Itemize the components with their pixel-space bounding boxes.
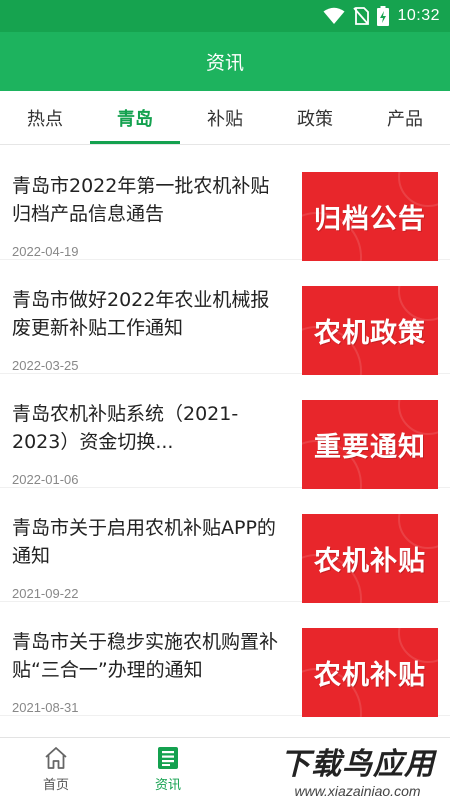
nav-home[interactable]: 首页 <box>0 738 112 800</box>
article-title: 青岛市做好2022年农业机械报废更新补贴工作通知 <box>12 289 270 339</box>
wifi-icon <box>323 7 345 24</box>
article-list: 青岛市2022年第一批农机补贴归档产品信息通告 2022-04-19 归档公告 … <box>0 146 450 717</box>
tab-policy[interactable]: 政策 <box>270 91 360 144</box>
nav-home-label: 首页 <box>42 777 69 793</box>
article-title: 青岛市2022年第一批农机补贴归档产品信息通告 <box>12 175 270 225</box>
battery-charging-icon <box>377 6 390 26</box>
news-icon <box>158 746 178 769</box>
tab-bar: 热点 青岛 补贴 政策 产品 <box>0 91 450 145</box>
list-item[interactable]: 青岛市2022年第一批农机补贴归档产品信息通告 2022-04-19 归档公告 <box>0 146 450 261</box>
nav-news[interactable]: 资讯 <box>112 738 224 800</box>
list-item[interactable]: 青岛市做好2022年农业机械报废更新补贴工作通知 2022-03-25 农机政策 <box>0 260 450 375</box>
tab-qingdao[interactable]: 青岛 <box>90 91 180 144</box>
article-thumbnail: 归档公告 <box>302 172 438 261</box>
home-icon <box>45 746 67 769</box>
article-title: 青岛市关于稳步实施农机购置补贴“三合一”办理的通知 <box>12 631 279 681</box>
app-bar: 资讯 <box>0 32 450 91</box>
article-thumbnail: 农机政策 <box>302 286 438 375</box>
thumbnail-text: 农机补贴 <box>314 546 426 577</box>
watermark-url: www.xiazainiao.com <box>294 783 421 799</box>
article-title: 青岛农机补贴系统（2021-2023）资金切换... <box>12 403 239 453</box>
watermark: 下载鸟应用 www.xiazainiao.com <box>265 738 450 800</box>
article-date: 2022-01-06 <box>12 472 79 487</box>
status-bar: 10:32 <box>0 0 450 32</box>
list-item[interactable]: 青岛市关于稳步实施农机购置补贴“三合一”办理的通知 2021-08-31 农机补… <box>0 602 450 717</box>
no-sim-icon <box>353 7 370 25</box>
article-date: 2021-09-22 <box>12 586 79 601</box>
article-thumbnail: 重要通知 <box>302 400 438 489</box>
page-title: 资讯 <box>205 52 244 74</box>
status-time: 10:32 <box>397 7 440 24</box>
thumbnail-text: 农机补贴 <box>314 660 426 691</box>
thumbnail-text: 农机政策 <box>314 318 426 349</box>
thumbnail-text: 重要通知 <box>314 432 426 463</box>
article-date: 2021-08-31 <box>12 700 79 715</box>
article-title: 青岛市关于启用农机补贴APP的通知 <box>12 517 276 567</box>
article-date: 2022-04-19 <box>12 244 79 259</box>
tab-products[interactable]: 产品 <box>360 91 450 144</box>
tab-hot[interactable]: 热点 <box>0 91 90 144</box>
list-item[interactable]: 青岛市关于启用农机补贴APP的通知 2021-09-22 农机补贴 <box>0 488 450 603</box>
tab-subsidy[interactable]: 补贴 <box>180 91 270 144</box>
article-date: 2022-03-25 <box>12 358 79 373</box>
nav-news-label: 资讯 <box>154 777 181 793</box>
watermark-logo-text: 下载鸟应用 <box>280 747 435 782</box>
article-thumbnail: 农机补贴 <box>302 628 438 717</box>
article-thumbnail: 农机补贴 <box>302 514 438 603</box>
thumbnail-text: 归档公告 <box>314 204 426 235</box>
list-item[interactable]: 青岛农机补贴系统（2021-2023）资金切换... 2022-01-06 重要… <box>0 374 450 489</box>
